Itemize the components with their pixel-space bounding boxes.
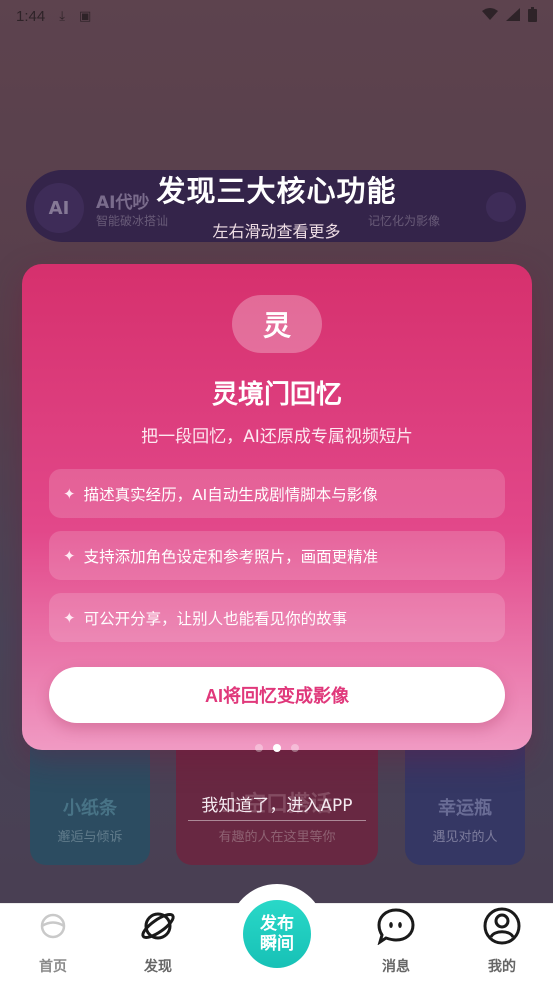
feature-bullet: ✦ 支持添加角色设定和参考照片，画面更精准 [49, 531, 505, 580]
planet-icon [138, 906, 178, 946]
dialog-title: 发现三大核心功能 [156, 174, 397, 208]
feature-bullet-text: 可公开分享，让别人也能看见你的故事 [83, 609, 348, 628]
sparkle-icon: ✦ [63, 608, 76, 627]
user-icon [482, 906, 522, 946]
publish-label: 发布 瞬间 [260, 914, 294, 954]
signal-icon [506, 7, 520, 25]
wifi-icon [482, 7, 498, 25]
publish-label-line1: 发布 [260, 914, 294, 934]
dismiss-enter-app-link[interactable]: 我知道了，进入APP [188, 791, 366, 821]
feature-bullet-text: 描述真实经历，AI自动生成剧情脚本与影像 [83, 485, 378, 504]
feature-title: 灵境门回忆 [211, 380, 342, 410]
status-bar: 1:44 ⤓ ▣ [0, 0, 553, 32]
nav-label: 消息 [382, 959, 410, 975]
nav-messages[interactable]: 消息 [356, 904, 436, 984]
page-indicator [0, 744, 553, 752]
chat-bubble-icon [376, 906, 416, 946]
nav-label: 我的 [488, 959, 516, 975]
page-dot[interactable] [290, 744, 299, 752]
feature-bullet-text: 支持添加角色设定和参考照片，画面更精准 [83, 547, 379, 566]
nav-label: 首页 [39, 959, 67, 975]
cta-button[interactable]: AI将回忆变成影像 [49, 667, 505, 723]
battery-icon [528, 6, 537, 26]
notification-icon: ▣ [78, 8, 92, 24]
feature-bullet: ✦ 可公开分享，让别人也能看见你的故事 [49, 593, 505, 642]
sparkle-icon: ✦ [63, 546, 76, 565]
page-dot-active[interactable] [272, 744, 281, 752]
feature-badge: 灵 [232, 295, 322, 353]
home-ring-icon [33, 906, 73, 946]
download-icon: ⤓ [59, 8, 65, 24]
nav-label: 发现 [144, 959, 172, 975]
nav-home[interactable]: 首页 [13, 904, 93, 984]
publish-label-line2: 瞬间 [260, 934, 294, 954]
nav-discover[interactable]: 发现 [118, 904, 198, 984]
feature-card[interactable]: 灵 灵境门回忆 把一段回忆，AI还原成专属视频短片 ✦ 描述真实经历，AI自动生… [22, 264, 532, 750]
sparkle-icon: ✦ [63, 484, 76, 503]
publish-moment-button[interactable]: 发布 瞬间 [243, 900, 311, 968]
page-dot[interactable] [254, 744, 263, 752]
feature-description: 把一段回忆，AI还原成专属视频短片 [141, 427, 413, 447]
feature-bullet: ✦ 描述真实经历，AI自动生成剧情脚本与影像 [49, 469, 505, 518]
status-time: 1:44 [16, 7, 46, 25]
nav-profile[interactable]: 我的 [462, 904, 542, 984]
dialog-subtitle: 左右滑动查看更多 [212, 222, 341, 241]
